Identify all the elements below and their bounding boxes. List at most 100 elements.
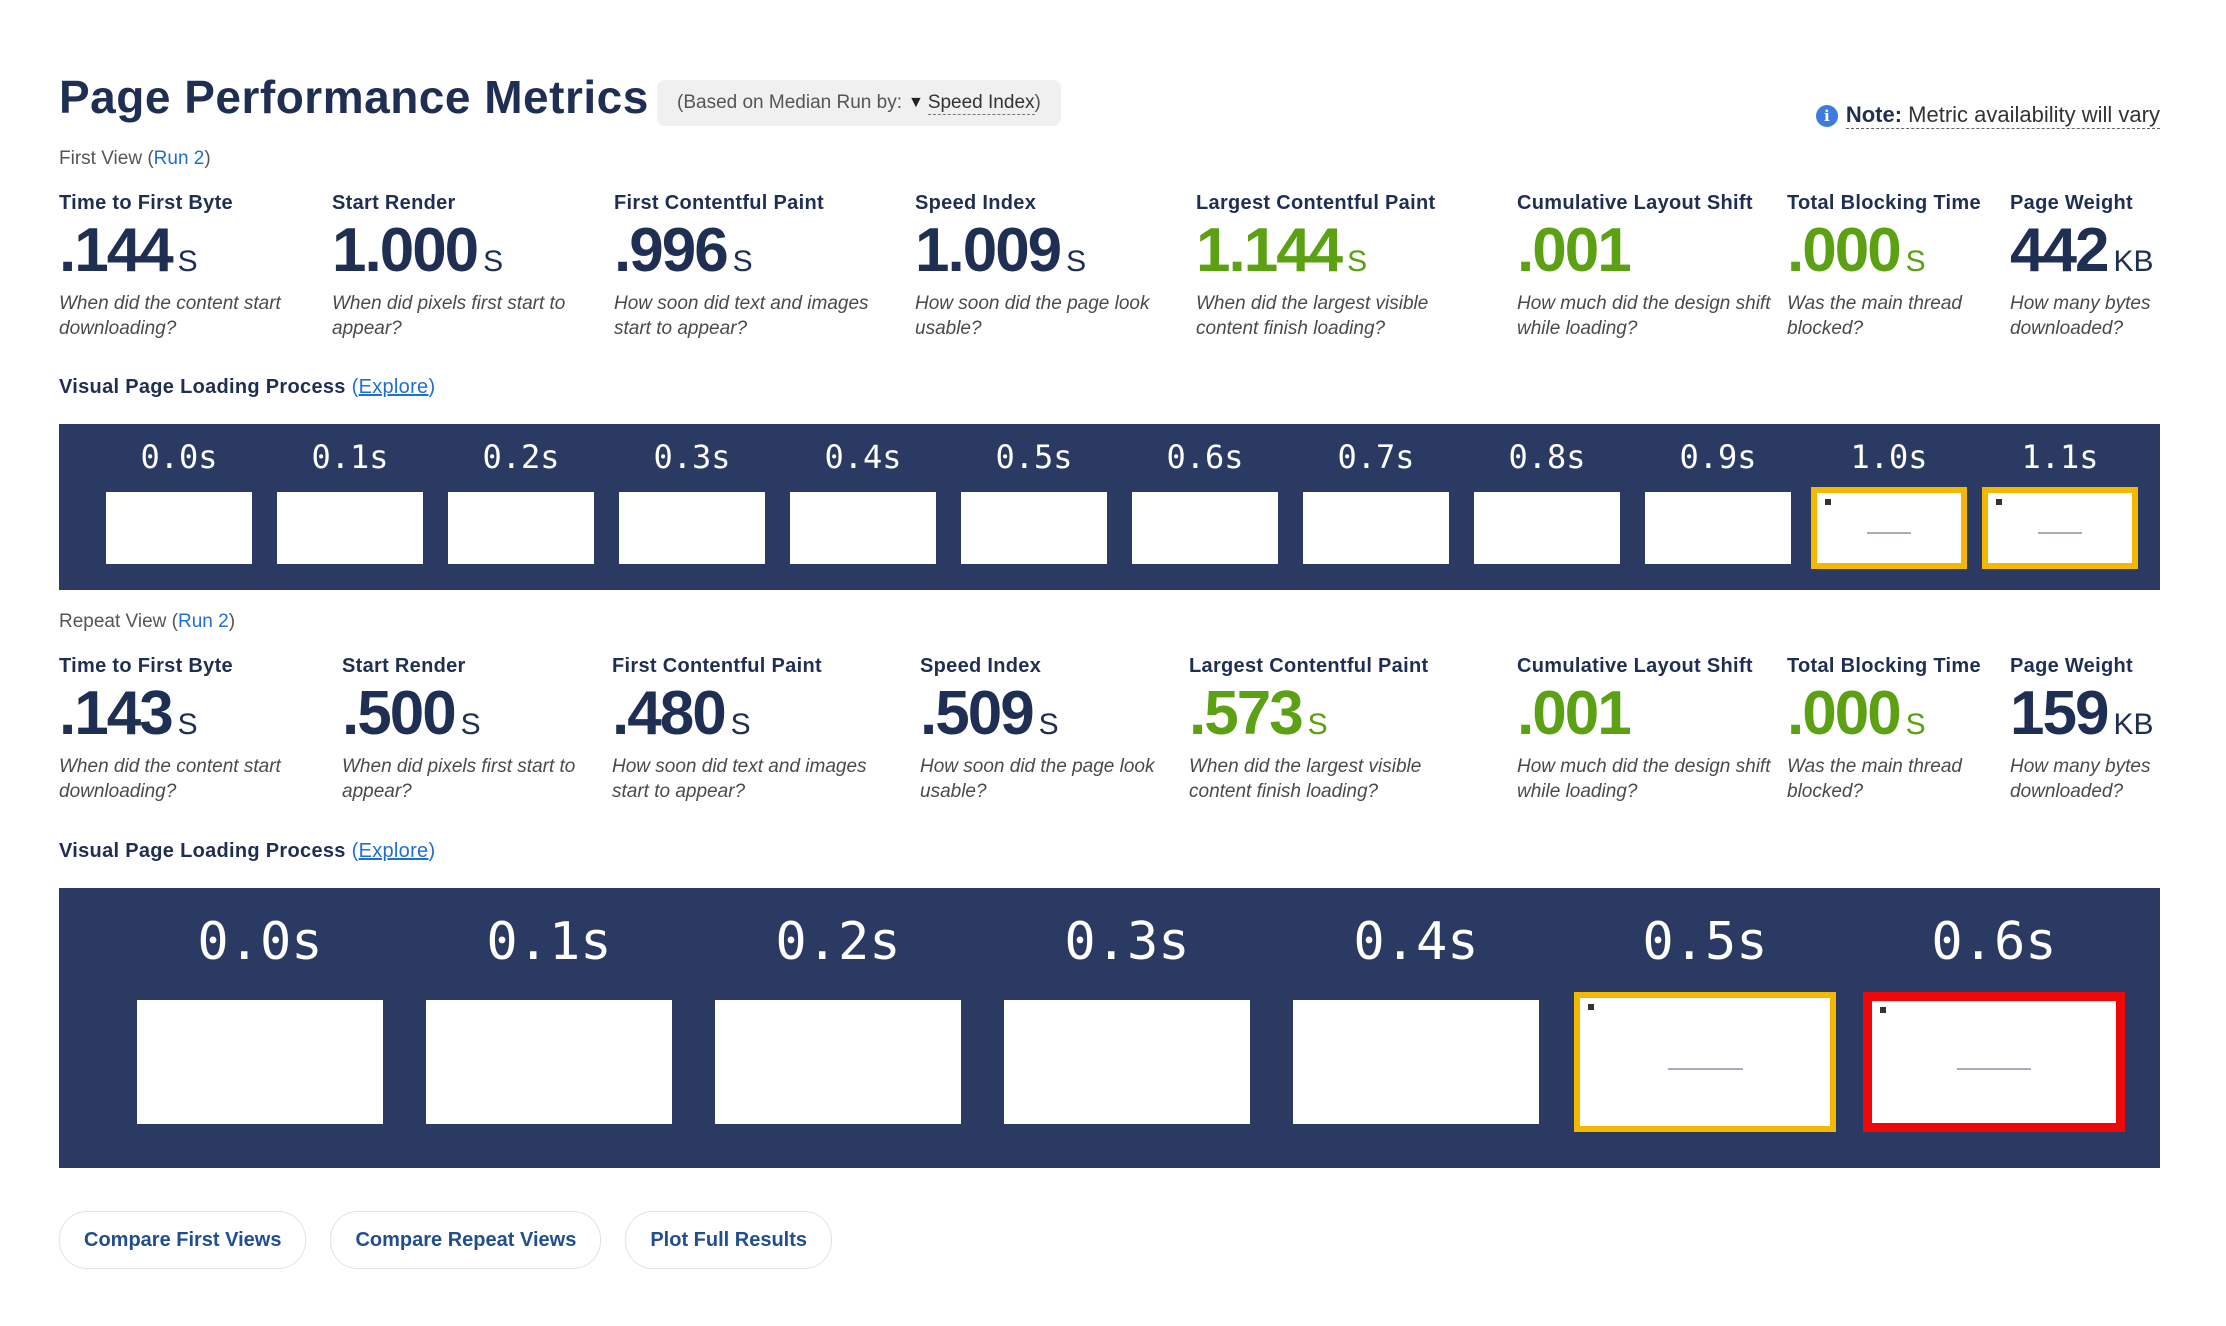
page-content-thumb (2038, 531, 2082, 534)
first-view-explore-link[interactable]: Explore (359, 376, 429, 398)
median-metric-select[interactable]: Speed Index (927, 92, 1035, 115)
metric-title: Cumulative Layout Shift (1517, 655, 1753, 677)
metric-fcp: First Contentful Paint .480 S How soon di… (612, 655, 892, 804)
filmstrip-frame[interactable]: 0.4s (790, 424, 936, 590)
median-run-selector[interactable]: (Based on Median Run by: ▼ Speed Index ) (657, 80, 1061, 126)
repeat-view-close: ) (228, 611, 236, 632)
metric-unit: S (483, 245, 504, 278)
metric-number: 159 (2010, 679, 2109, 748)
frame-time-label: 1.0s (1850, 438, 1928, 476)
metric-unit: S (732, 245, 753, 278)
frame-thumbnail (426, 1000, 672, 1124)
metric-lcp: Largest Contentful Paint 1.144 S When did… (1196, 192, 1486, 341)
first-view-filmstrip: 0.0s 0.1s 0.2s 0.3s 0.4s 0.5s 0.6s 0.7s 0.8s 0.9s… (59, 424, 2160, 590)
note-label: Note: (1845, 102, 1903, 127)
metric-speed-index: Speed Index .509 S How soon did the page … (920, 655, 1160, 804)
page-favicon-thumb (1825, 499, 1831, 505)
frame-thumbnail (1004, 1000, 1250, 1124)
filmstrip-frame[interactable]: 0.5s (961, 424, 1107, 590)
metric-title: Page Weight (2010, 192, 2133, 214)
explore-wrapper: (Explore) (352, 376, 436, 398)
metric-title: Cumulative Layout Shift (1517, 192, 1753, 214)
metric-number: .996 (614, 216, 729, 285)
first-view-label: First View (Run 2) (59, 148, 211, 170)
metric-value: .509 S (920, 683, 1160, 745)
metric-unit: S (460, 708, 481, 741)
metric-title: Start Render (332, 192, 456, 214)
metric-number: 1.009 (915, 216, 1062, 285)
filmstrip-frame[interactable]: 0.4s (1293, 888, 1539, 1168)
filmstrip-frame[interactable]: 0.9s (1645, 424, 1791, 590)
visual-label-text: Visual Page Loading Process (59, 376, 346, 398)
metric-ttfb: Time to First Byte .144 S When did the co… (59, 192, 309, 341)
filmstrip-frame[interactable]: 0.6s (1863, 888, 2125, 1168)
frame-time-label: 0.5s (1642, 912, 1768, 972)
compare-first-views-button[interactable]: Compare First Views (59, 1211, 307, 1269)
first-view-run-link[interactable]: Run 2 (154, 148, 205, 169)
metric-speed-index: Speed Index 1.009 S How soon did the page… (915, 192, 1175, 341)
frame-thumbnail (1303, 492, 1449, 564)
action-buttons: Compare First Views Compare Repeat Views… (59, 1211, 833, 1269)
metric-availability-note[interactable]: i Note: Metric availability will vary (1815, 102, 2160, 129)
metric-value: .000 S (1787, 683, 1997, 745)
repeat-view-filmstrip: 0.0s 0.1s 0.2s 0.3s 0.4s 0.5s 0.6s (59, 888, 2160, 1168)
filmstrip-frame[interactable]: 0.0s (106, 424, 252, 590)
plot-full-results-button[interactable]: Plot Full Results (625, 1211, 833, 1269)
frame-time-label: 0.9s (1679, 438, 1757, 476)
metric-start-render: Start Render 1.000 S When did pixels firs… (332, 192, 582, 341)
frame-thumbnail (1645, 492, 1791, 564)
repeat-view-visual-label: Visual Page Loading Process (Explore) (59, 840, 435, 863)
frame-time-label: 0.2s (482, 438, 560, 476)
metric-unit: S (1347, 245, 1368, 278)
frame-thumbnail (137, 1000, 383, 1124)
metric-title: Total Blocking Time (1787, 655, 1981, 677)
filmstrip-frame[interactable]: 1.0s (1811, 424, 1967, 590)
filmstrip-frame[interactable]: 0.3s (1004, 888, 1250, 1168)
metric-description: How soon did text and images start to ap… (614, 293, 869, 339)
compare-repeat-views-button[interactable]: Compare Repeat Views (330, 1211, 602, 1269)
metric-title: Speed Index (915, 192, 1037, 214)
frame-thumbnail (1574, 992, 1836, 1132)
explore-wrapper: (Explore) (352, 840, 436, 862)
repeat-view-run-link[interactable]: Run 2 (178, 611, 229, 632)
metric-unit: S (1038, 708, 1059, 741)
metric-cls: Cumulative Layout Shift .001 How much di… (1517, 655, 1777, 804)
frame-thumbnail (790, 492, 936, 564)
info-icon: i (1815, 104, 1838, 127)
metric-title: Time to First Byte (59, 655, 233, 677)
metric-description: Was the main thread blocked? (1787, 293, 1962, 339)
filmstrip-frame[interactable]: 0.2s (715, 888, 961, 1168)
frame-thumbnail (448, 492, 594, 564)
metric-value: .480 S (612, 683, 892, 745)
note-body: Metric availability will vary (1908, 102, 2160, 127)
metric-fcp: First Contentful Paint .996 S How soon di… (614, 192, 894, 341)
filmstrip-frame[interactable]: 0.8s (1474, 424, 1620, 590)
metric-description: When did the content start downloading? (59, 756, 281, 802)
repeat-view-explore-link[interactable]: Explore (359, 840, 429, 862)
metric-number: .573 (1189, 679, 1304, 748)
metric-description: How many bytes downloaded? (2010, 756, 2151, 802)
page-title: Page Performance Metrics (59, 71, 649, 123)
filmstrip-frame[interactable]: 0.7s (1303, 424, 1449, 590)
caret-down-icon: ▼ (907, 94, 924, 111)
filmstrip-frame[interactable]: 0.1s (277, 424, 423, 590)
frame-thumbnail (1474, 492, 1620, 564)
filmstrip-frame[interactable]: 0.6s (1132, 424, 1278, 590)
metric-start-render: Start Render .500 S When did pixels first… (342, 655, 582, 804)
page-favicon-thumb (1880, 1007, 1886, 1013)
frame-time-label: 0.3s (1064, 912, 1190, 972)
filmstrip-frame[interactable]: 0.2s (448, 424, 594, 590)
frame-time-label: 0.7s (1337, 438, 1415, 476)
metric-unit: S (1905, 245, 1926, 278)
metric-value: .500 S (342, 683, 582, 745)
frame-thumbnail (1982, 487, 2138, 569)
filmstrip-frame[interactable]: 0.3s (619, 424, 765, 590)
metric-value: .143 S (59, 683, 309, 745)
filmstrip-frame[interactable]: 0.5s (1574, 888, 1836, 1168)
frame-time-label: 0.4s (1353, 912, 1479, 972)
filmstrip-frame[interactable]: 0.1s (426, 888, 672, 1168)
metric-number: .509 (920, 679, 1035, 748)
first-view-metrics: Time to First Byte .144 S When did the co… (59, 192, 2159, 342)
filmstrip-frame[interactable]: 1.1s (1982, 424, 2138, 590)
filmstrip-frame[interactable]: 0.0s (137, 888, 383, 1168)
